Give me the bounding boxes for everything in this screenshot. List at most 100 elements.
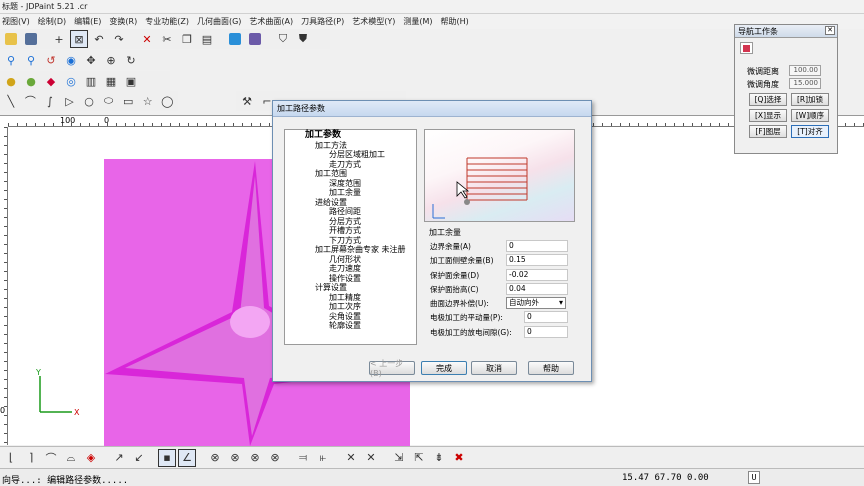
snap-perp-icon[interactable]: ↙ — [130, 449, 148, 467]
menu-view[interactable]: 视图(V) — [0, 16, 36, 27]
open-icon[interactable] — [2, 30, 20, 48]
tree-node[interactable]: 计算设置 — [285, 283, 416, 293]
status-mode[interactable]: U — [748, 471, 760, 484]
node-edit-icon[interactable]: ⚒ — [238, 92, 256, 110]
zoom-fit-icon[interactable]: ⊕ — [102, 51, 120, 69]
nav-tool-icon[interactable] — [740, 42, 753, 54]
tree-node[interactable]: 走刀方式 — [285, 160, 416, 170]
cancel-button[interactable]: 取消 — [471, 361, 517, 375]
transform-icon[interactable]: ⊗ — [206, 449, 224, 467]
nav-order-button[interactable]: [W]顺序 — [791, 109, 829, 122]
arc-icon[interactable]: ⌒ — [22, 92, 40, 110]
grid-icon[interactable]: ▦ — [102, 72, 120, 90]
close-path-icon[interactable]: ✖ — [450, 449, 468, 467]
polygon-icon[interactable]: ◯ — [159, 92, 177, 110]
node-del-icon[interactable]: ✕ — [362, 449, 380, 467]
star-icon[interactable]: ☆ — [139, 92, 157, 110]
crosshair-icon[interactable]: + — [50, 30, 68, 48]
delete-icon[interactable]: ✕ — [138, 30, 156, 48]
discharge-gap-input[interactable]: 0 — [524, 325, 568, 338]
menu-art-surface[interactable]: 艺术曲面(A) — [247, 16, 299, 27]
compensation-select[interactable]: 自动向外 — [506, 297, 566, 310]
tree-node[interactable]: 走刀速度 — [285, 264, 416, 274]
prev-button[interactable]: < 上一步(B) — [369, 359, 415, 378]
nav-layer-button[interactable]: [F]图层 — [749, 125, 787, 138]
menu-measure[interactable]: 测量(M) — [401, 16, 438, 27]
menu-toolpath[interactable]: 刀具路径(P) — [299, 16, 350, 27]
zoom-window-icon[interactable]: ⚲ — [22, 51, 40, 69]
protect-allowance-input[interactable]: -0.02 — [506, 268, 568, 281]
circle-icon[interactable]: ○ — [80, 92, 98, 110]
cut-icon[interactable]: ✂ — [158, 30, 176, 48]
snap-tangent-icon[interactable]: ↗ — [110, 449, 128, 467]
tree-node[interactable]: 进给设置 — [285, 198, 416, 208]
snap-corner-icon[interactable]: ⌉ — [22, 449, 40, 467]
menu-help[interactable]: 帮助(H) — [439, 16, 475, 27]
tree-node[interactable]: 路径间距 — [285, 207, 416, 217]
tree-node[interactable]: 深度范围 — [285, 179, 416, 189]
ellipse-icon[interactable]: ⬭ — [100, 92, 118, 110]
refresh-icon[interactable]: ↻ — [122, 51, 140, 69]
menu-pro[interactable]: 专业功能(Z) — [143, 16, 195, 27]
tree-node[interactable]: 加工次序 — [285, 302, 416, 312]
tree-node[interactable]: 轮廓设置 — [285, 321, 416, 331]
align-icon[interactable]: ⫤ — [294, 449, 312, 467]
rectangle-icon[interactable]: ▭ — [119, 92, 137, 110]
layer-icon[interactable]: ▥ — [82, 72, 100, 90]
curve-icon[interactable]: ∫ — [41, 92, 59, 110]
snap-point-icon[interactable]: ▪ — [158, 448, 176, 467]
copy-icon[interactable]: ❐ — [178, 30, 196, 48]
snap-angle-icon[interactable]: ∠ — [178, 448, 196, 467]
line-icon[interactable]: ╲ — [2, 92, 20, 110]
tree-node[interactable]: 开槽方式 — [285, 226, 416, 236]
eye-icon[interactable]: ◎ — [62, 72, 80, 90]
save-icon[interactable] — [22, 30, 40, 48]
color-picker-icon[interactable]: ◆ — [42, 72, 60, 90]
tree-node[interactable]: 加工屏幕杂曲专家 未注册 — [285, 245, 416, 255]
tree-node[interactable]: 分层区域粗加工 — [285, 150, 416, 160]
close-icon[interactable]: ✕ — [825, 26, 835, 35]
mirror-icon[interactable]: ⊗ — [246, 449, 264, 467]
sidewall-allowance-input[interactable]: 0.15 — [506, 254, 568, 267]
menu-transform[interactable]: 变换(R) — [107, 16, 143, 27]
tree-node[interactable]: 分层方式 — [285, 217, 416, 227]
shield-icon[interactable]: ⛉ — [274, 30, 292, 48]
array-icon[interactable]: ⊗ — [226, 449, 244, 467]
bulb-icon[interactable]: ● — [2, 72, 20, 90]
tree-node[interactable]: 加工范围 — [285, 169, 416, 179]
tree-node[interactable]: 加工方法 — [285, 141, 416, 151]
undo-icon[interactable]: ↶ — [90, 30, 108, 48]
tree-node[interactable]: 加工精度 — [285, 293, 416, 303]
pan-icon[interactable]: ✥ — [82, 51, 100, 69]
settings-icon[interactable]: ▣ — [122, 72, 140, 90]
finish-button[interactable]: 完成 — [421, 361, 467, 375]
nav-lock-button[interactable]: [R]加锁 — [791, 93, 829, 106]
break-icon[interactable]: ⇟ — [430, 449, 448, 467]
zoom-prev-icon[interactable]: ↺ — [42, 51, 60, 69]
menu-art-model[interactable]: 艺术模型(Y) — [350, 16, 401, 27]
layer-color-icon[interactable] — [226, 30, 244, 48]
menu-edit[interactable]: 编辑(E) — [72, 16, 107, 27]
nav-align-button[interactable]: [T]对齐 — [791, 125, 829, 138]
select-box-icon[interactable]: ⊠ — [70, 30, 88, 48]
view-mode-icon[interactable] — [246, 30, 264, 48]
snap-center-icon[interactable]: ◈ — [82, 449, 100, 467]
tree-node[interactable]: 尖角设置 — [285, 312, 416, 322]
rotate-icon[interactable]: ⊗ — [266, 449, 284, 467]
nav-show-button[interactable]: [X]显示 — [749, 109, 787, 122]
snap-end-icon[interactable]: ⌊ — [2, 449, 20, 467]
menu-draw[interactable]: 绘制(D) — [36, 16, 72, 27]
bulb-off-icon[interactable]: ● — [22, 72, 40, 90]
join-icon[interactable]: ⇱ — [410, 449, 428, 467]
zoom-icon[interactable]: ⚲ — [2, 51, 20, 69]
snap-mid-icon[interactable]: ⌓ — [62, 449, 80, 467]
snap-arc-icon[interactable]: ⌒ — [42, 449, 60, 467]
node-add-icon[interactable]: ✕ — [342, 449, 360, 467]
tree-node[interactable]: 加工参数 — [285, 130, 416, 141]
tree-node[interactable]: 下刀方式 — [285, 236, 416, 246]
protect-raise-input[interactable]: 0.04 — [506, 282, 568, 295]
tree-node[interactable]: 操作设置 — [285, 274, 416, 284]
distribute-icon[interactable]: ⫦ — [314, 449, 332, 467]
paste-icon[interactable]: ▤ — [198, 30, 216, 48]
tree-node[interactable]: 几何形状 — [285, 255, 416, 265]
